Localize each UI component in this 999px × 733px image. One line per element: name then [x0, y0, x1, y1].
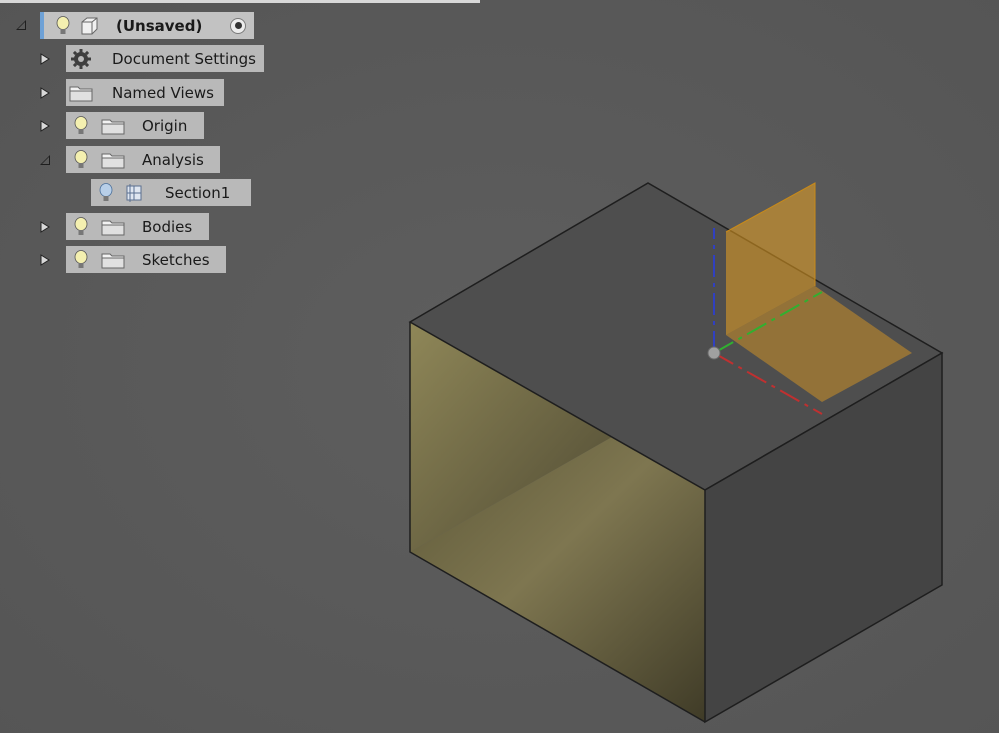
- browser-root-row: (Unsaved): [0, 12, 260, 39]
- browser-item-section1: Section1: [0, 179, 255, 206]
- section1-node[interactable]: Section1: [91, 179, 251, 206]
- bodies-node[interactable]: Bodies: [66, 213, 209, 240]
- lightbulb-icon[interactable]: [68, 216, 94, 238]
- lightbulb-icon[interactable]: [68, 249, 94, 271]
- radio-active-icon[interactable]: [230, 17, 246, 34]
- section-analysis-icon: [121, 182, 147, 204]
- item-label: Origin: [142, 116, 188, 135]
- document-settings-node[interactable]: Document Settings: [66, 45, 264, 72]
- lightbulb-off-icon[interactable]: [93, 182, 119, 204]
- folder-icon: [100, 149, 126, 171]
- lightbulb-icon[interactable]: [68, 149, 94, 171]
- browser-root-node[interactable]: (Unsaved): [40, 12, 254, 39]
- folder-icon: [100, 249, 126, 271]
- toolbar-edge: [0, 0, 480, 3]
- item-label: Document Settings: [112, 49, 257, 68]
- folder-icon: [68, 82, 94, 104]
- folder-icon: [100, 216, 126, 238]
- component-icon: [76, 15, 102, 37]
- expand-arrow-icon[interactable]: [38, 119, 52, 133]
- lightbulb-icon[interactable]: [50, 15, 76, 37]
- item-label: Named Views: [112, 83, 214, 102]
- collapse-arrow-icon[interactable]: [38, 153, 52, 167]
- lightbulb-icon[interactable]: [68, 115, 94, 137]
- item-label: Bodies: [142, 217, 193, 236]
- item-label: Section1: [165, 183, 231, 202]
- expand-arrow-icon[interactable]: [38, 86, 52, 100]
- origin-node[interactable]: Origin: [66, 112, 204, 139]
- origin-point[interactable]: [707, 346, 721, 360]
- analysis-node[interactable]: Analysis: [66, 146, 220, 173]
- named-views-node[interactable]: Named Views: [66, 79, 224, 106]
- browser-item-named-views: Named Views: [0, 79, 230, 106]
- browser-item-origin: Origin: [0, 112, 210, 139]
- folder-icon: [100, 115, 126, 137]
- browser-item-analysis: Analysis: [0, 146, 225, 173]
- 3d-viewport[interactable]: [0, 0, 999, 733]
- sketches-node[interactable]: Sketches: [66, 246, 226, 273]
- browser-item-bodies: Bodies: [0, 213, 215, 240]
- collapse-arrow-icon[interactable]: [14, 18, 28, 32]
- root-label: (Unsaved): [116, 16, 203, 35]
- item-label: Sketches: [142, 250, 210, 269]
- gear-icon: [68, 48, 94, 70]
- browser-item-sketches: Sketches: [0, 246, 230, 273]
- expand-arrow-icon[interactable]: [38, 220, 52, 234]
- expand-arrow-icon[interactable]: [38, 253, 52, 267]
- browser-item-document-settings: Document Settings: [0, 45, 270, 72]
- item-label: Analysis: [142, 150, 204, 169]
- expand-arrow-icon[interactable]: [38, 52, 52, 66]
